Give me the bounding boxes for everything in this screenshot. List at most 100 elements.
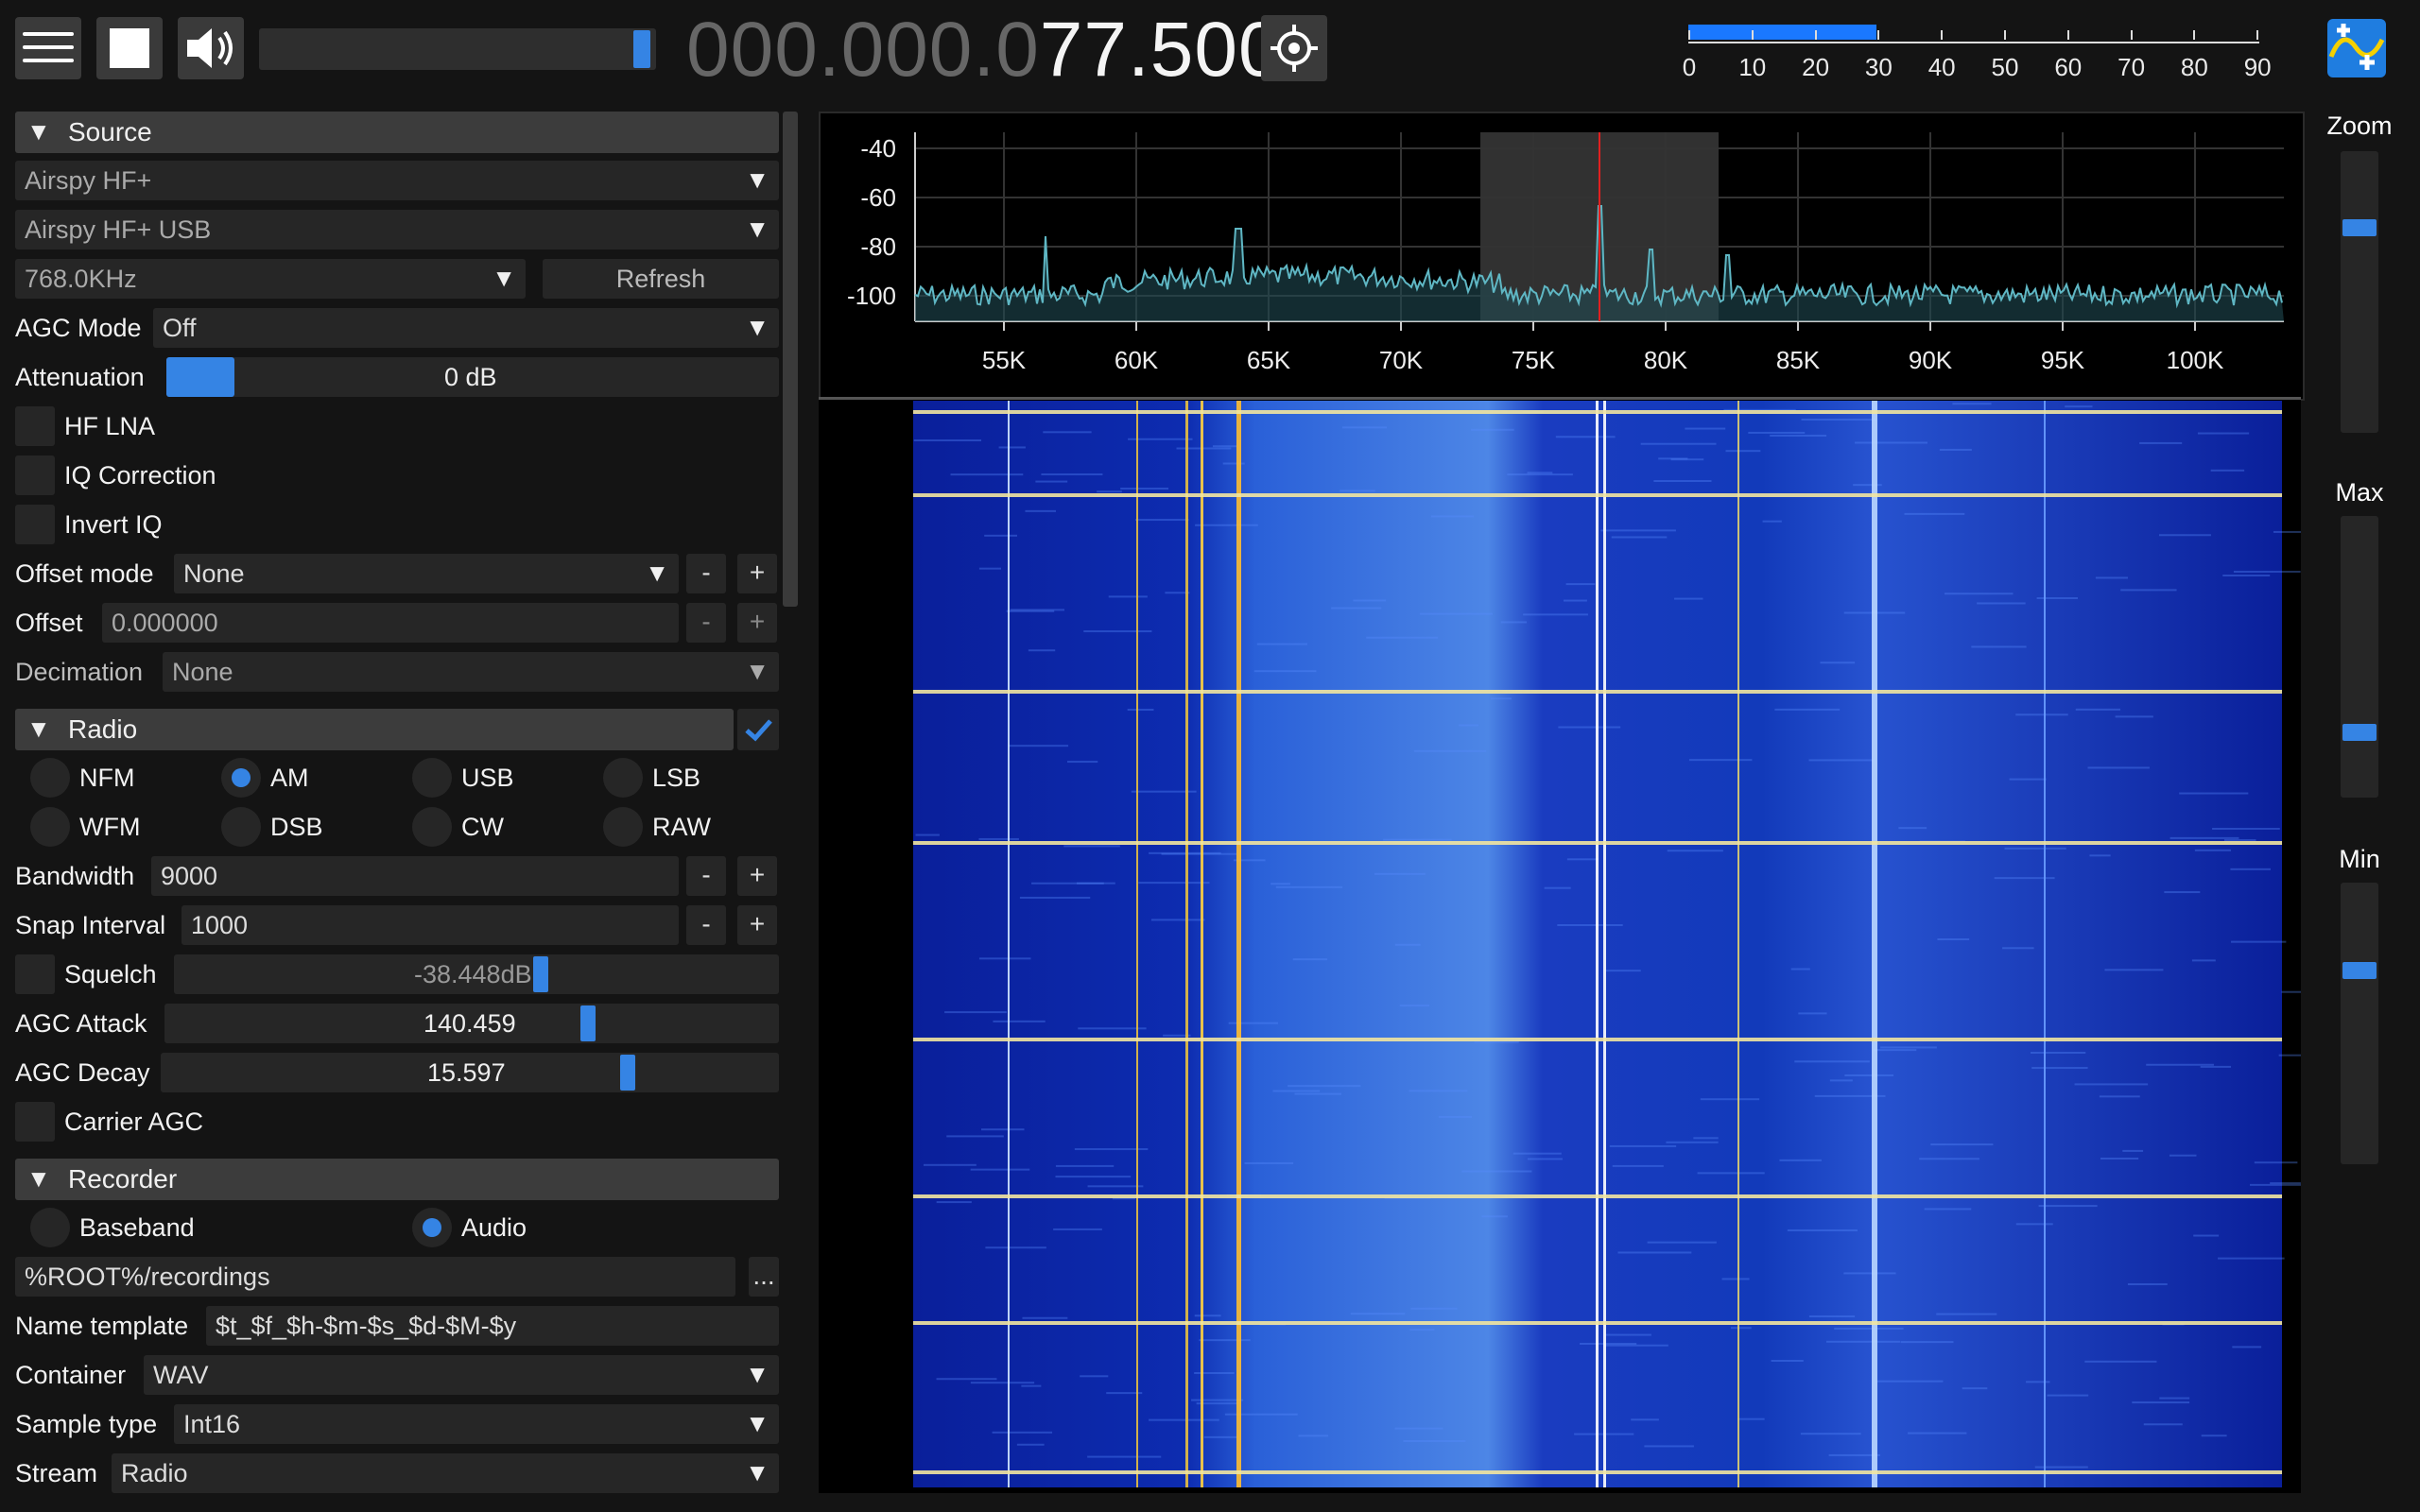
frequency-leading-digits[interactable]: 000.000.0 [686, 7, 1040, 93]
zoom-slider[interactable] [2341, 151, 2378, 433]
decimation-select[interactable]: None ▼ [163, 652, 779, 692]
hf-lna-label: HF LNA [64, 412, 156, 440]
baseband-radio[interactable] [30, 1208, 70, 1247]
recording-path-input[interactable]: %ROOT%/recordings [15, 1257, 735, 1297]
device-select[interactable]: Airspy HF+ ▼ [15, 161, 779, 200]
waterfall-noise [1977, 602, 2026, 605]
waterfall-noise [1194, 1314, 1221, 1317]
frequency-display[interactable]: 000.000.077.500 [686, 6, 1283, 94]
waterfall-noise [1021, 1384, 1042, 1387]
waterfall-noise [978, 957, 1031, 960]
refresh-label: Refresh [615, 265, 706, 293]
agc-mode-select[interactable]: Off ▼ [153, 308, 779, 348]
fft-x-tick-label: 85K [1776, 346, 1821, 374]
waterfall-noise [970, 1168, 1030, 1171]
waterfall-noise [1087, 1455, 1162, 1458]
carrier-agc-checkbox[interactable] [15, 1102, 55, 1142]
waterfall-noise [1667, 850, 1723, 852]
device-port-select[interactable]: Airspy HF+ USB ▼ [15, 210, 779, 249]
radio-section-title: Radio [68, 714, 138, 744]
fft-waterfall-divider[interactable] [819, 397, 2301, 400]
iq-correction-checkbox[interactable] [15, 455, 55, 495]
invert-iq-checkbox[interactable] [15, 505, 55, 544]
snap-interval-input[interactable]: 1000 [182, 905, 679, 945]
waterfall-noise [1041, 472, 1103, 475]
mode-radio-am[interactable] [221, 758, 261, 798]
samplerate-select[interactable]: 768.0KHz ▼ [15, 259, 526, 299]
container-select[interactable]: WAV ▼ [144, 1355, 779, 1395]
snr-tick-label: 80 [2180, 53, 2208, 81]
waterfall-noise [1222, 462, 1245, 465]
snap-interval-increment-button[interactable]: + [737, 905, 777, 945]
zoom-slider-handle[interactable] [2342, 219, 2377, 236]
waterfall-burst-line [913, 1194, 2282, 1198]
snap-interval-decrement-button[interactable]: - [686, 905, 726, 945]
waterfall-display[interactable] [819, 399, 2346, 1493]
crosshair-icon [1270, 25, 1318, 72]
center-tuning-button[interactable] [1261, 15, 1327, 81]
offset-increment-button[interactable]: + [737, 603, 777, 643]
refresh-button[interactable]: Refresh [543, 259, 779, 299]
waterfall-plot[interactable] [819, 399, 2346, 1493]
offset-mode-label: Offset mode [15, 559, 154, 588]
mode-radio-raw[interactable] [603, 807, 643, 847]
volume-button[interactable] [178, 17, 244, 79]
volume-slider[interactable] [259, 28, 656, 70]
squelch-checkbox[interactable] [15, 954, 55, 994]
bandwidth-increment-button[interactable]: + [737, 856, 777, 896]
hf-lna-checkbox[interactable] [15, 406, 55, 446]
frequency-active-digits[interactable]: 77.500 [1040, 7, 1283, 93]
stop-button[interactable] [96, 17, 163, 79]
offset-mode-increment-button[interactable]: + [737, 554, 777, 593]
snr-tick-label: 50 [1991, 53, 2019, 81]
audio-radio[interactable] [412, 1208, 452, 1247]
min-slider-handle[interactable] [2342, 962, 2377, 979]
offset-mode-select[interactable]: None ▼ [174, 554, 679, 593]
name-template-input[interactable]: $t_$f_$h-$m-$s_$d-$M-$y [206, 1306, 779, 1346]
mode-radio-cw[interactable] [412, 807, 452, 847]
offset-mode-decrement-button[interactable]: - [686, 554, 726, 593]
agc-attack-slider[interactable]: 140.459 [164, 1004, 779, 1043]
snr-tick [2004, 30, 2006, 40]
mode-radio-lsb[interactable] [603, 758, 643, 798]
waterfall-noise [2002, 947, 2034, 950]
bandwidth-decrement-button[interactable]: - [686, 856, 726, 896]
min-slider[interactable] [2341, 883, 2378, 1164]
waterfall-noise [936, 1201, 972, 1204]
waterfall-noise [2218, 1257, 2285, 1260]
squelch-slider-handle[interactable] [533, 956, 548, 992]
browse-path-button[interactable]: ... [749, 1257, 779, 1297]
offset-decrement-button[interactable]: - [686, 603, 726, 643]
waterfall-noise [1430, 515, 1475, 518]
volume-slider-handle[interactable] [633, 30, 650, 68]
menu-button[interactable] [15, 17, 81, 79]
mode-radio-usb[interactable] [412, 758, 452, 798]
stream-select[interactable]: Radio ▼ [112, 1453, 779, 1493]
dropdown-arrow-icon: ▼ [492, 264, 516, 292]
agc-decay-slider[interactable]: 15.597 [161, 1053, 779, 1092]
bandwidth-input[interactable]: 9000 [151, 856, 679, 896]
mode-radio-nfm[interactable] [30, 758, 70, 798]
fft-display[interactable]: 55K 60K 65K 70K 75K 80K 85K 90K 95K 100K -40 -60 -80… [819, 112, 2305, 401]
settings-scrollbar[interactable] [783, 112, 798, 607]
offset-mode-value: None [183, 559, 245, 588]
squelch-slider[interactable]: -38.448dB [174, 954, 779, 994]
waterfall-noise [1908, 1432, 1967, 1435]
offset-input[interactable]: 0.000000 [102, 603, 679, 643]
attenuation-slider[interactable]: 0 dB [166, 357, 779, 397]
recorder-section-header[interactable]: ▼ Recorder [15, 1159, 779, 1200]
sample-type-select[interactable]: Int16 ▼ [174, 1404, 779, 1444]
agc-attack-slider-handle[interactable] [580, 1005, 596, 1041]
radio-enable-checkbox[interactable] [737, 709, 779, 750]
max-slider[interactable] [2341, 516, 2378, 798]
radio-section-header[interactable]: ▼ Radio [15, 709, 734, 750]
agc-decay-slider-handle[interactable] [620, 1055, 635, 1091]
mode-radio-wfm[interactable] [30, 807, 70, 847]
source-section-header[interactable]: ▼ Source [15, 112, 779, 153]
max-slider-handle[interactable] [2342, 724, 2377, 741]
waterfall-noise [1794, 1060, 1870, 1063]
fft-plot[interactable]: 55K 60K 65K 70K 75K 80K 85K 90K 95K 100K -40 -60 -80… [821, 113, 2303, 399]
mode-radio-dsb[interactable] [221, 807, 261, 847]
speaker-icon [187, 28, 233, 68]
waterfall-noise [1203, 1435, 1239, 1438]
